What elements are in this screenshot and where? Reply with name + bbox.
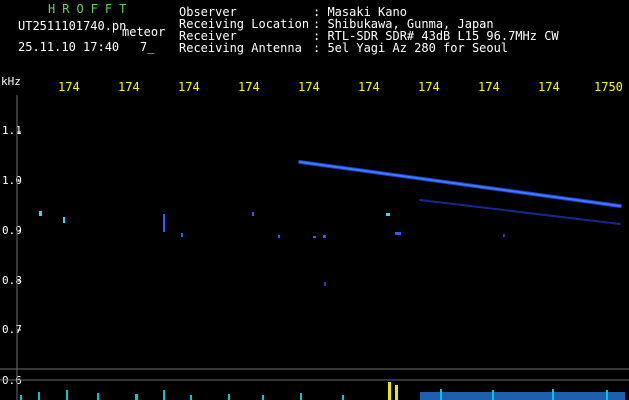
ping xyxy=(386,213,390,216)
spectrum-bar xyxy=(135,394,138,400)
spectrum-bar xyxy=(300,393,302,400)
spectrum-bar xyxy=(228,394,230,400)
spectrum-bar xyxy=(38,392,40,400)
ping xyxy=(163,214,165,232)
spectrum-bar xyxy=(190,395,192,400)
spectrum-bar xyxy=(97,393,99,400)
ping xyxy=(323,235,326,238)
ping xyxy=(252,212,254,216)
spectrum-bar xyxy=(163,390,165,400)
carrier-echo xyxy=(299,161,621,207)
ping xyxy=(324,282,326,286)
ping xyxy=(395,232,401,235)
spectrum-bar xyxy=(388,382,391,400)
spectrum-bar xyxy=(606,390,608,400)
spectrum-bar xyxy=(66,390,68,400)
spectrum-bar xyxy=(395,385,398,400)
ping xyxy=(63,217,65,223)
spectrum-bar xyxy=(492,390,494,400)
spectrogram xyxy=(0,95,629,400)
tick-marks xyxy=(17,131,21,381)
ping xyxy=(313,236,316,238)
meteor-pings xyxy=(39,211,505,286)
ping xyxy=(278,235,280,238)
meteor-trace xyxy=(298,160,622,225)
scale-axis-lines xyxy=(0,95,629,400)
spectrum-bar xyxy=(552,389,554,400)
spectrum-bar xyxy=(20,395,22,400)
ping xyxy=(39,211,42,216)
spectrum-bar xyxy=(440,389,442,400)
ping xyxy=(503,234,505,237)
spectrum-bars xyxy=(20,382,625,400)
ping xyxy=(181,233,183,237)
spectrum-bar xyxy=(262,395,264,400)
spectrum-bar xyxy=(342,395,344,400)
spectrum-band xyxy=(420,392,625,400)
